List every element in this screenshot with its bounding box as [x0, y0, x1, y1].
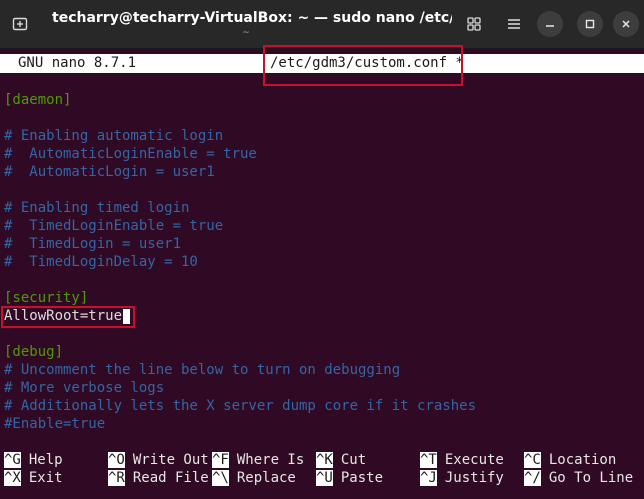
shortcut-key: ^J — [420, 470, 437, 486]
terminal-window: techarry@techarry-VirtualBox: ~ — sudo n… — [0, 0, 644, 499]
grid-icon — [467, 17, 481, 31]
shortcut-label: Location — [548, 452, 617, 468]
shortcut-label: Go To Line — [548, 470, 634, 486]
shortcut-label: Where Is — [236, 452, 305, 468]
editor-line: # Enabling automatic login — [4, 128, 224, 144]
shortcut-execute[interactable]: ^T Execute — [420, 451, 504, 469]
menu-button[interactable] — [498, 8, 530, 40]
shortcut-label: Cut — [340, 452, 367, 468]
shortcut-key: ^K — [316, 452, 333, 468]
window-subtitle: ~ — [242, 28, 250, 38]
maximize-button[interactable] — [577, 11, 603, 37]
shortcut-help[interactable]: ^G Help — [4, 451, 63, 469]
shortcut-label: Replace — [236, 470, 296, 486]
allowroot-highlight-box — [1, 306, 135, 328]
window-title: techarry@techarry-VirtualBox: ~ — sudo n… — [52, 10, 452, 26]
shortcut-key: ^/ — [524, 470, 541, 486]
shortcut-replace[interactable]: ^\ Replace — [212, 469, 296, 487]
shortcut-label: Help — [28, 452, 63, 468]
tab-overview-button[interactable] — [458, 8, 490, 40]
shortcut-label: Execute — [444, 452, 504, 468]
editor-line: #Enable=true — [4, 416, 106, 432]
shortcut-key: ^R — [108, 470, 125, 486]
shortcut-key: ^F — [212, 452, 229, 468]
shortcut-cut[interactable]: ^K Cut — [316, 451, 366, 469]
hamburger-menu-icon — [508, 19, 520, 29]
close-button[interactable] — [613, 11, 639, 37]
editor-line: # AutomaticLogin = user1 — [4, 164, 215, 180]
shortcut-label: Paste — [340, 470, 384, 486]
editor-line: # TimedLoginEnable = true — [4, 218, 224, 234]
editor-line: # TimedLogin = user1 — [4, 236, 182, 252]
shortcut-key: ^O — [108, 452, 125, 468]
shortcut-go-to-line[interactable]: ^/ Go To Line — [524, 469, 633, 487]
shortcut-label: Read File — [132, 470, 209, 486]
editor-line: # Enabling timed login — [4, 200, 190, 216]
maximize-icon — [585, 19, 595, 29]
new-tab-button[interactable] — [4, 8, 36, 40]
shortcut-label: Exit — [28, 470, 63, 486]
shortcut-location[interactable]: ^C Location — [524, 451, 616, 469]
shortcut-label: Justify — [444, 470, 504, 486]
minimize-button[interactable] — [537, 11, 563, 37]
shortcut-key: ^X — [4, 470, 21, 486]
nano-version: GNU nano 8.7.1 — [18, 55, 137, 71]
shortcut-key: ^G — [4, 452, 21, 468]
shortcut-where-is[interactable]: ^F Where Is — [212, 451, 304, 469]
shortcut-key: ^\ — [212, 470, 229, 486]
editor-line: # TimedLoginDelay = 10 — [4, 254, 198, 270]
shortcut-label: Write Out — [132, 452, 209, 468]
editor-line: [security] — [4, 290, 89, 306]
shortcut-write-out[interactable]: ^O Write Out — [108, 451, 209, 469]
title-bar: techarry@techarry-VirtualBox: ~ — sudo n… — [0, 0, 644, 49]
filename-highlight-box — [263, 45, 463, 86]
new-tab-icon — [12, 17, 28, 31]
editor-line: # Uncomment the line below to turn on de… — [4, 362, 401, 378]
editor-line: [daemon] — [4, 92, 72, 108]
minimize-icon — [546, 25, 554, 27]
shortcut-key: ^T — [420, 452, 437, 468]
editor-line: # AutomaticLoginEnable = true — [4, 146, 257, 162]
close-icon — [622, 20, 630, 28]
shortcut-key: ^U — [316, 470, 333, 486]
shortcut-exit[interactable]: ^X Exit — [4, 469, 63, 487]
editor-line: [debug] — [4, 344, 64, 360]
editor-line: # More verbose logs — [4, 380, 165, 396]
shortcut-paste[interactable]: ^U Paste — [316, 469, 383, 487]
editor-line: # Additionally lets the X server dump co… — [4, 398, 477, 414]
shortcut-read-file[interactable]: ^R Read File — [108, 469, 209, 487]
shortcut-justify[interactable]: ^J Justify — [420, 469, 504, 487]
shortcut-key: ^C — [524, 452, 541, 468]
